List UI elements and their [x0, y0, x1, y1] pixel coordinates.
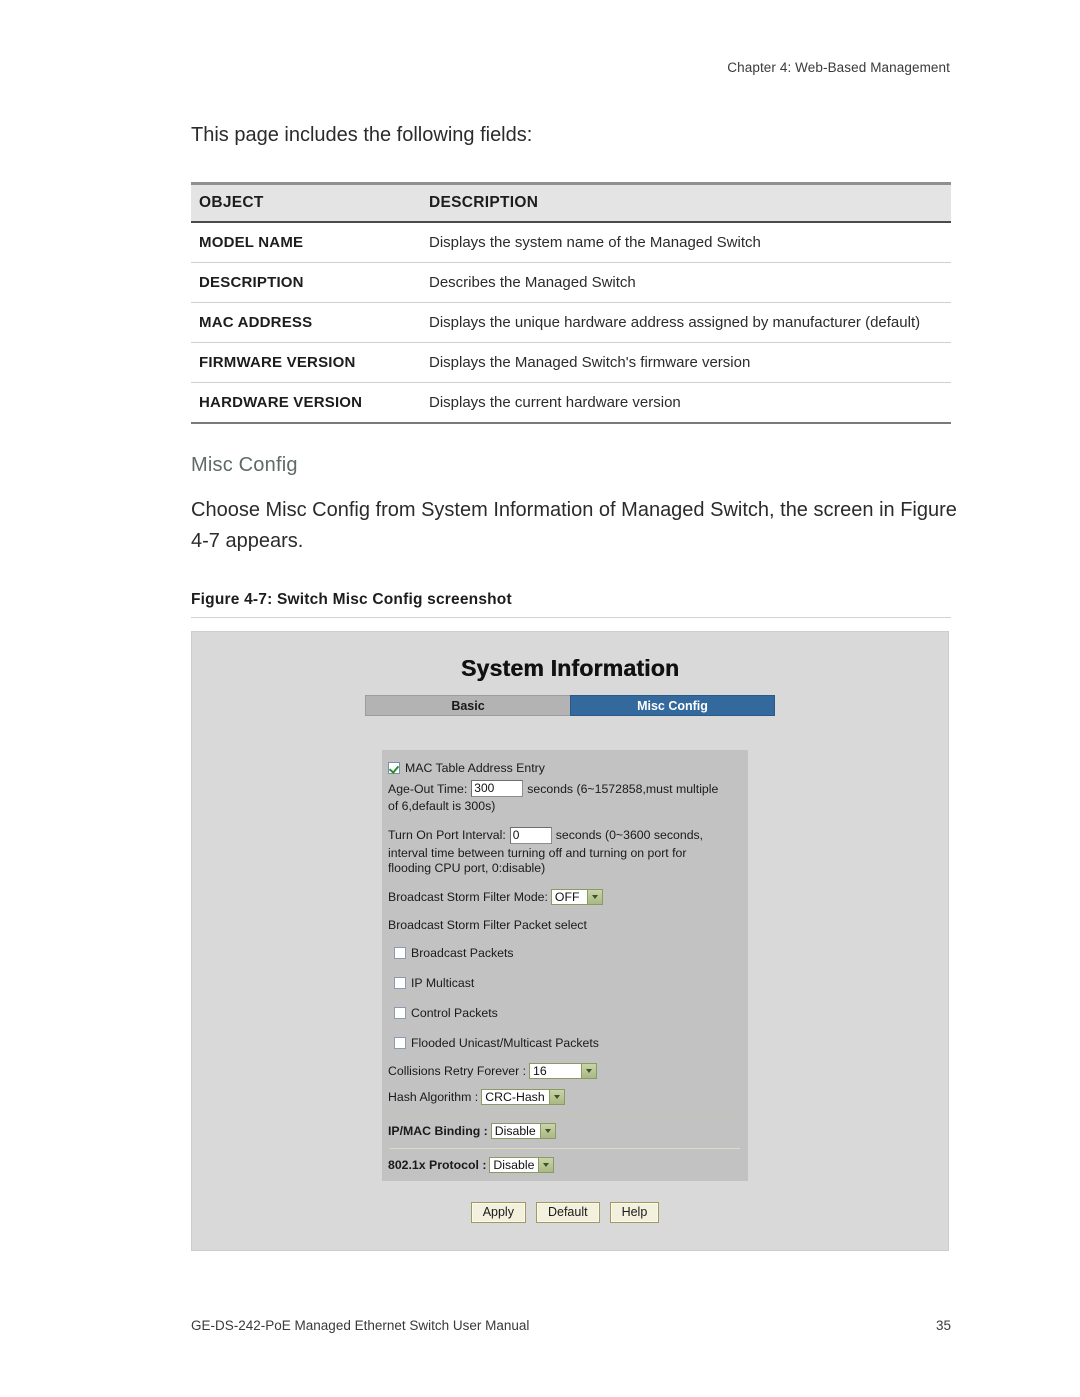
turn-on-port-interval-hint-line1: seconds (0~3600 seconds,	[555, 828, 704, 842]
dot1x-protocol-row: 802.1x Protocol : Disable	[388, 1156, 740, 1173]
form-divider-dashed	[390, 1113, 740, 1115]
broadcast-storm-filter-packet-select-label: Broadcast Storm Filter Packet select	[388, 917, 587, 932]
table-row: MODEL NAME Displays the system name of t…	[191, 222, 951, 263]
table-row: HARDWARE VERSION Displays the current ha…	[191, 382, 951, 424]
age-out-time-label: Age-Out Time:	[388, 781, 468, 796]
default-button[interactable]: Default	[535, 1202, 600, 1223]
intro-text: This page includes the following fields:	[191, 124, 533, 146]
section-paragraph: Choose Misc Config from System Informati…	[191, 499, 957, 552]
broadcast-storm-filter-packet-select-label-row: Broadcast Storm Filter Packet select	[388, 917, 740, 933]
cell-object: DESCRIPTION	[191, 262, 421, 303]
age-out-time-hint-line1: seconds (6~1572858,must multiple	[527, 781, 719, 796]
collisions-retry-forever-value: 16	[533, 1063, 547, 1078]
section-heading-misc-config: Misc Config	[191, 454, 298, 476]
ip-mac-binding-label: IP/MAC Binding :	[388, 1123, 488, 1138]
cell-object: HARDWARE VERSION	[191, 382, 421, 424]
hash-algorithm-value: CRC-Hash	[485, 1089, 545, 1104]
broadcast-packets-checkbox[interactable]	[394, 946, 406, 959]
broadcast-storm-filter-mode-value: OFF	[554, 889, 580, 904]
mac-table-address-entry-label: MAC Table Address Entry	[405, 761, 545, 775]
page-footer: GE-DS-242-PoE Managed Ethernet Switch Us…	[191, 1318, 951, 1333]
mac-table-address-entry-checkbox[interactable]	[388, 762, 400, 774]
cell-object: MAC ADDRESS	[191, 302, 421, 343]
footer-manual-title: GE-DS-242-PoE Managed Ethernet Switch Us…	[191, 1318, 530, 1333]
screenshot-tab-bar: Basic Misc Config	[192, 695, 948, 716]
broadcast-storm-filter-mode-row: Broadcast Storm Filter Mode: OFF	[388, 888, 740, 905]
cell-object: MODEL NAME	[191, 222, 421, 263]
object-description-table: OBJECT DESCRIPTION MODEL NAME Displays t…	[191, 182, 951, 424]
cell-description: Displays the current hardware version	[421, 382, 951, 424]
dot1x-protocol-label: 802.1x Protocol :	[388, 1157, 487, 1172]
cell-object: FIRMWARE VERSION	[191, 342, 421, 383]
figure-image-switch-misc-config: System Information Basic Misc Config MAC…	[191, 631, 949, 1251]
control-packets-label: Control Packets	[411, 1005, 498, 1020]
mac-table-address-entry-row[interactable]: MAC Table Address Entry	[388, 760, 740, 776]
broadcast-storm-filter-mode-label: Broadcast Storm Filter Mode:	[388, 889, 548, 904]
chevron-down-icon	[586, 889, 602, 904]
dot1x-protocol-value: Disable	[493, 1157, 535, 1172]
age-out-time-input[interactable]: 300	[471, 780, 524, 797]
chevron-down-icon	[539, 1123, 555, 1138]
table-row: DESCRIPTION Describes the Managed Switch	[191, 262, 951, 303]
chevron-down-icon	[581, 1063, 597, 1078]
cell-description: Displays the Managed Switch's firmware v…	[421, 342, 951, 383]
collisions-retry-forever-label: Collisions Retry Forever :	[388, 1063, 527, 1078]
cell-description: Displays the system name of the Managed …	[421, 222, 951, 263]
broadcast-packets-row[interactable]: Broadcast Packets	[394, 945, 740, 961]
column-header-object: OBJECT	[191, 182, 421, 223]
table-row: FIRMWARE VERSION Displays the Managed Sw…	[191, 342, 951, 383]
misc-config-form-panel: MAC Table Address Entry Age-Out Time: 30…	[382, 750, 748, 1181]
collisions-retry-forever-select[interactable]: 16	[529, 1062, 598, 1079]
cell-description: Describes the Managed Switch	[421, 262, 951, 303]
turn-on-port-interval-hint-line2: interval time between turning off and tu…	[388, 845, 687, 860]
ip-mac-binding-value: Disable	[494, 1123, 536, 1138]
help-button[interactable]: Help	[609, 1202, 660, 1223]
tab-basic[interactable]: Basic	[365, 695, 570, 716]
form-button-row: Apply Default Help	[382, 1202, 748, 1223]
ip-mac-binding-select[interactable]: Disable	[490, 1122, 556, 1139]
table-header-row: OBJECT DESCRIPTION	[191, 182, 951, 223]
broadcast-storm-filter-mode-select[interactable]: OFF	[550, 888, 603, 905]
flooded-unicast-multicast-packets-label: Flooded Unicast/Multicast Packets	[411, 1035, 599, 1050]
ip-mac-binding-row: IP/MAC Binding : Disable	[388, 1122, 740, 1139]
page-content: This page includes the following fields:…	[191, 120, 957, 1251]
ip-multicast-label: IP Multicast	[411, 975, 475, 990]
form-divider-solid	[390, 1147, 740, 1149]
collisions-retry-forever-row: Collisions Retry Forever : 16	[388, 1062, 740, 1079]
chevron-down-icon	[538, 1157, 554, 1172]
age-out-time-row: Age-Out Time: 300 seconds (6~1572858,mus…	[388, 780, 740, 797]
tab-misc-config[interactable]: Misc Config	[570, 695, 775, 716]
figure-caption: Figure 4-7: Switch Misc Config screensho…	[191, 591, 951, 618]
running-header: Chapter 4: Web-Based Management	[727, 60, 950, 75]
hash-algorithm-label: Hash Algorithm :	[388, 1089, 479, 1104]
column-header-description: DESCRIPTION	[421, 182, 951, 223]
ip-multicast-checkbox[interactable]	[394, 976, 406, 989]
chevron-down-icon	[548, 1089, 564, 1104]
age-out-time-hint-line2: of 6,default is 300s)	[388, 799, 496, 813]
broadcast-packets-label: Broadcast Packets	[411, 945, 514, 960]
flooded-unicast-multicast-packets-row[interactable]: Flooded Unicast/Multicast Packets	[394, 1035, 740, 1051]
hash-algorithm-row: Hash Algorithm : CRC-Hash	[388, 1088, 740, 1105]
control-packets-row[interactable]: Control Packets	[394, 1005, 740, 1021]
turn-on-port-interval-label: Turn On Port Interval:	[388, 828, 506, 842]
turn-on-port-interval-hint-line3: flooding CPU port, 0:disable)	[388, 861, 546, 875]
screenshot-title: System Information	[460, 655, 680, 681]
dot1x-protocol-select[interactable]: Disable	[489, 1156, 555, 1173]
control-packets-checkbox[interactable]	[394, 1006, 406, 1019]
footer-page-number: 35	[935, 1318, 951, 1333]
turn-on-port-interval-row: Turn On Port Interval: 0 seconds (0~3600…	[388, 826, 740, 844]
ip-multicast-row[interactable]: IP Multicast	[394, 975, 740, 991]
table-row: MAC ADDRESS Displays the unique hardware…	[191, 302, 951, 343]
apply-button[interactable]: Apply	[470, 1202, 526, 1223]
flooded-unicast-multicast-packets-checkbox[interactable]	[394, 1036, 406, 1049]
turn-on-port-interval-input[interactable]: 0	[509, 826, 552, 844]
hash-algorithm-select[interactable]: CRC-Hash	[481, 1088, 565, 1105]
cell-description: Displays the unique hardware address ass…	[421, 302, 951, 343]
